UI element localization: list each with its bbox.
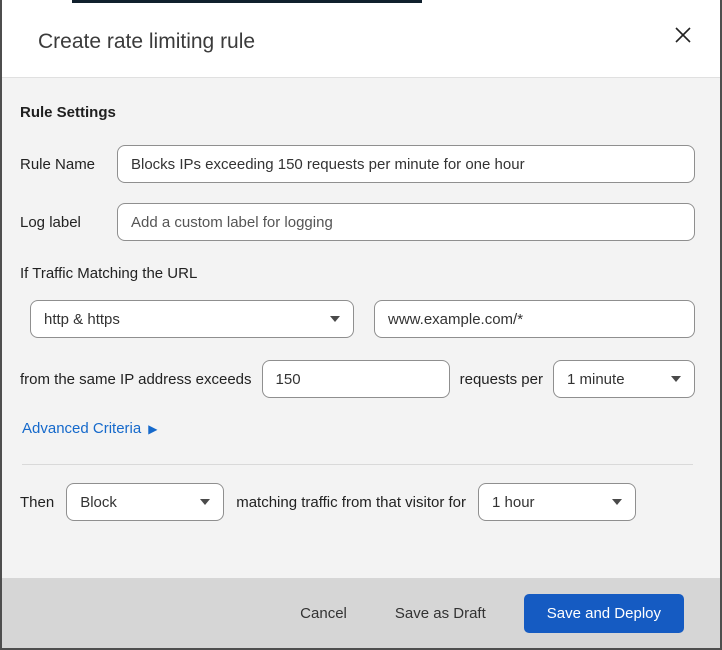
log-label-row: Log label (20, 203, 695, 241)
log-label-input[interactable] (117, 203, 695, 241)
cancel-button[interactable]: Cancel (288, 597, 359, 630)
chevron-down-icon (330, 316, 340, 322)
threshold-prefix-text: from the same IP address exceeds (20, 370, 252, 388)
threshold-row: from the same IP address exceeds request… (20, 360, 695, 398)
section-divider (22, 464, 693, 465)
url-pattern-input[interactable] (374, 300, 695, 338)
then-label: Then (20, 493, 55, 511)
create-rate-limiting-rule-dialog: Create rate limiting rule Rule Settings … (0, 0, 722, 650)
duration-select-value: 1 hour (492, 493, 535, 511)
dialog-footer: Cancel Save as Draft Save and Deploy (2, 578, 720, 648)
dialog-header: Create rate limiting rule (2, 0, 720, 78)
advanced-criteria-link[interactable]: Advanced Criteria ▶ (22, 420, 157, 437)
period-select[interactable]: 1 minute (553, 360, 695, 398)
expand-right-arrow-icon: ▶ (148, 421, 158, 436)
log-label-label: Log label (20, 213, 81, 231)
rule-name-input[interactable] (117, 145, 695, 183)
rule-settings-heading: Rule Settings (20, 104, 116, 121)
threshold-suffix-text: requests per (459, 370, 543, 388)
rule-name-label: Rule Name (20, 155, 96, 173)
url-match-row: http & https (30, 300, 695, 338)
close-button[interactable] (668, 20, 698, 50)
background-page-accent-bar (72, 0, 422, 3)
action-select-value: Block (80, 493, 117, 511)
screen: Create rate limiting rule Rule Settings … (0, 0, 722, 650)
then-action-row: Then Block matching traffic from that vi… (20, 483, 695, 521)
close-icon (675, 26, 691, 43)
dialog-body: Rule Settings Rule Name Log label If Tra… (2, 78, 720, 578)
action-select[interactable]: Block (66, 483, 225, 521)
rule-name-row: Rule Name (20, 145, 695, 183)
save-and-deploy-button[interactable]: Save and Deploy (523, 593, 684, 633)
request-count-input[interactable] (261, 360, 450, 398)
then-middle-text: matching traffic from that visitor for (236, 493, 467, 511)
dialog-title: Create rate limiting rule (38, 29, 256, 53)
chevron-down-icon (612, 499, 623, 505)
chevron-down-icon (200, 499, 211, 505)
period-select-value: 1 minute (567, 370, 625, 388)
duration-select[interactable]: 1 hour (478, 483, 637, 521)
chevron-down-icon (671, 376, 681, 382)
advanced-criteria-label: Advanced Criteria (22, 420, 142, 437)
save-as-draft-button[interactable]: Save as Draft (383, 597, 498, 630)
traffic-matching-heading: If Traffic Matching the URL (20, 265, 198, 282)
scheme-select-value: http & https (44, 310, 120, 328)
scheme-select[interactable]: http & https (30, 300, 354, 338)
